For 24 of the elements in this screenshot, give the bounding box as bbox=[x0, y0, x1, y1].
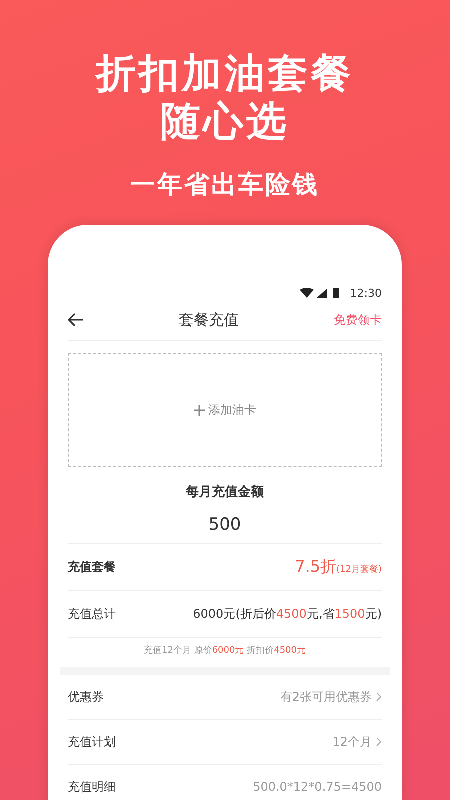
row-label: 充值明细 bbox=[68, 778, 116, 796]
chevron-icon bbox=[376, 692, 382, 702]
plus-icon bbox=[194, 404, 204, 416]
chevron-icon bbox=[376, 737, 382, 747]
back-icon[interactable] bbox=[68, 313, 84, 327]
row-label: 充值总计 bbox=[68, 606, 116, 622]
row-value[interactable]: 12个月 bbox=[332, 734, 382, 750]
row-label: 充值计划 bbox=[68, 734, 116, 750]
page-title: 套餐充值 bbox=[179, 310, 239, 330]
amount-field[interactable]: 500 bbox=[68, 501, 382, 544]
headline: 折扣加油套餐 bbox=[96, 50, 354, 98]
subtitle: 一年省出车险钱 bbox=[130, 169, 320, 201]
summary-note: 充值12个月 原价6000元 折扣价4500元 bbox=[142, 644, 307, 658]
row-value[interactable]: 500.0*12*0.75=4500 bbox=[253, 780, 382, 794]
headline: 随心选 bbox=[160, 98, 290, 146]
row-label: 优惠券 bbox=[68, 688, 104, 706]
row-label: 充值套餐 bbox=[68, 558, 116, 576]
amount-label: 每月充值金额 bbox=[185, 484, 265, 501]
free-card-link[interactable]: 免费领卡 bbox=[334, 312, 382, 328]
discount-value: 7.5折(12月套餐) bbox=[295, 556, 382, 578]
total-value: 6000元(折后价4500元,省1500元) bbox=[193, 606, 382, 622]
row-value[interactable]: 有2张可用优惠券 bbox=[280, 688, 382, 706]
status-time: 12:30 bbox=[350, 287, 382, 300]
add-card-button[interactable]: 添加油卡 bbox=[68, 353, 382, 467]
